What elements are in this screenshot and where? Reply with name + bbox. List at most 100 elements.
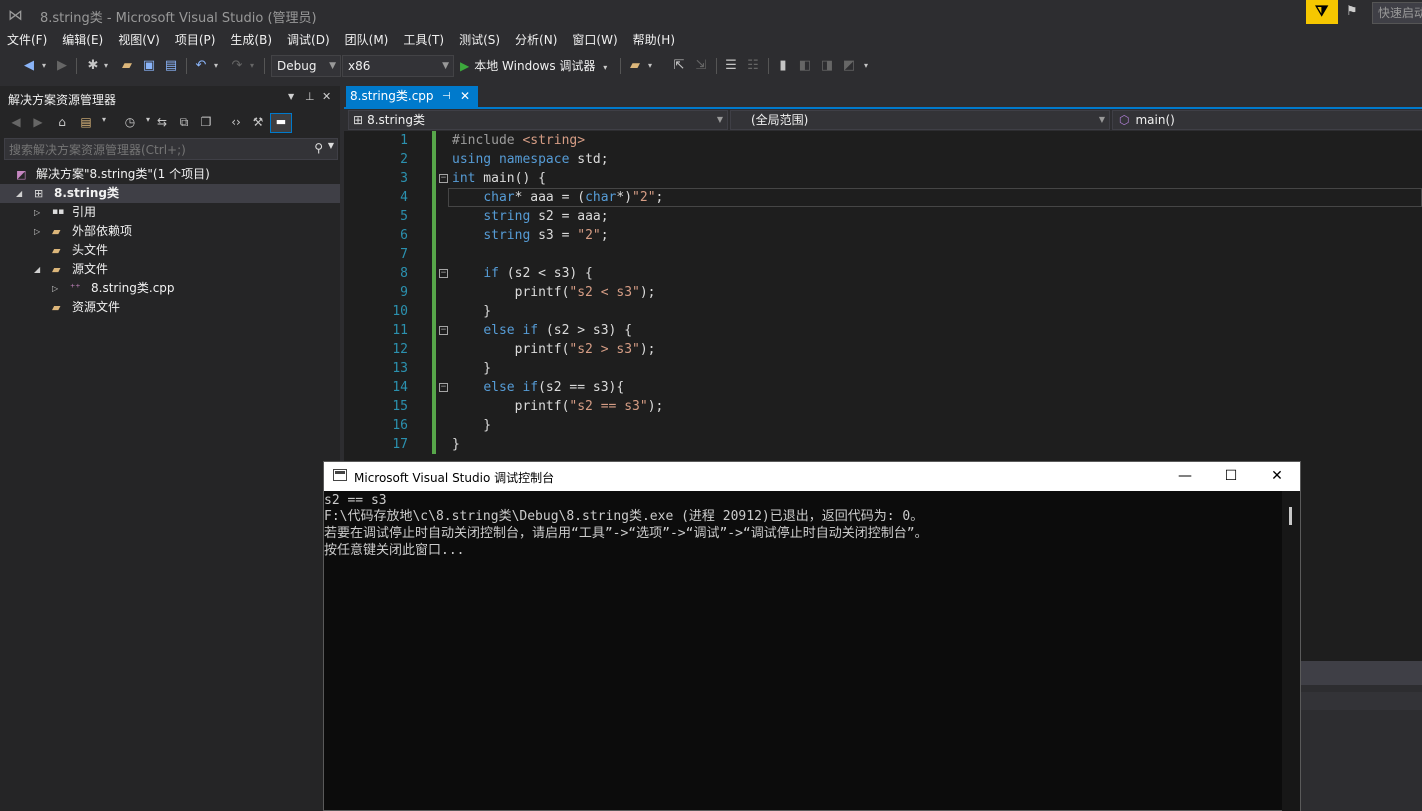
menu-tools[interactable]: 工具(T) xyxy=(396,30,452,50)
close-button[interactable]: ✕ xyxy=(1254,462,1300,491)
solution-search-box[interactable]: ⚲ ▼ xyxy=(4,138,338,161)
step-icon[interactable]: ⇱ xyxy=(670,56,688,76)
properties-icon[interactable]: ⚒ xyxy=(250,115,266,129)
tree-item-cpp-file[interactable]: ▷ ⁺⁺ 8.string类.cpp xyxy=(0,279,340,298)
fold-toggle-icon[interactable]: − xyxy=(439,326,448,335)
new-project-dropdown-icon[interactable]: ▾ xyxy=(102,56,110,76)
step-over-icon[interactable]: ⇲ xyxy=(692,56,710,76)
undo-dropdown-icon[interactable]: ▾ xyxy=(212,56,220,76)
close-icon[interactable]: ✕ xyxy=(322,90,331,103)
console-scrollbar-thumb[interactable] xyxy=(1289,507,1292,525)
redo-dropdown-icon[interactable]: ▾ xyxy=(248,56,256,76)
search-options-dropdown-icon[interactable]: ▼ xyxy=(328,141,334,150)
new-project-icon[interactable]: ✱ xyxy=(84,56,102,76)
solution-platform-select[interactable]: x86 ▼ xyxy=(342,55,454,77)
menu-analyze[interactable]: 分析(N) xyxy=(508,30,565,50)
collapse-all-icon[interactable]: ⧉ xyxy=(176,115,192,130)
pin-icon[interactable]: ⊥ xyxy=(305,90,315,103)
console-title-bar[interactable]: Microsoft Visual Studio 调试控制台 — ☐ ✕ xyxy=(324,462,1300,491)
collapsed-arrow-icon[interactable]: ▷ xyxy=(52,279,58,298)
collapsed-arrow-icon[interactable]: ▷ xyxy=(34,222,40,241)
search-icon[interactable]: ⚲ xyxy=(314,141,323,155)
switch-views-icon[interactable]: ▤ xyxy=(78,115,94,129)
menu-window[interactable]: 窗口(W) xyxy=(565,30,625,50)
fold-toggle-icon[interactable]: − xyxy=(439,383,448,392)
tree-item-references[interactable]: ▷ ▪▪ 引用 xyxy=(0,203,340,222)
switch-views-dropdown-icon[interactable]: ▾ xyxy=(96,115,112,124)
panel-menu-icon[interactable]: ▼ xyxy=(288,92,294,101)
fold-toggle-icon[interactable]: − xyxy=(439,174,448,183)
code-line: else if (s2 > s3) { xyxy=(483,323,633,338)
menu-test[interactable]: 测试(S) xyxy=(452,30,508,50)
preview-selected-items-button[interactable]: ▬ xyxy=(270,113,292,133)
feedback-button[interactable]: ⧩ xyxy=(1306,0,1338,24)
code-line: if (s2 < s3) { xyxy=(483,266,593,281)
minimize-button[interactable]: — xyxy=(1162,462,1208,491)
menu-view[interactable]: 视图(V) xyxy=(111,30,168,50)
quick-launch-input[interactable]: 快速启动 xyxy=(1372,2,1422,24)
view-code-icon[interactable]: ‹› xyxy=(228,115,244,129)
tab-8-string-cpp[interactable]: 8.string类.cpp ⊣ ✕ xyxy=(346,86,478,107)
scope-select[interactable]: (全局范围) ▼ xyxy=(730,110,1110,130)
menu-project[interactable]: 项目(P) xyxy=(168,30,224,50)
expanded-arrow-icon[interactable]: ◢ xyxy=(16,184,22,203)
tree-item-solution[interactable]: ◩ 解决方案"8.string类"(1 个项目) xyxy=(0,165,340,184)
menu-file[interactable]: 文件(F) xyxy=(0,30,55,50)
account-icon[interactable]: ⚑ xyxy=(1346,4,1362,20)
back-icon[interactable]: ◀ xyxy=(8,115,24,129)
navigate-back-icon[interactable]: ◀ xyxy=(20,56,38,76)
home-icon[interactable]: ⌂ xyxy=(54,115,70,129)
menu-build[interactable]: 生成(B) xyxy=(223,30,280,50)
toolbar-overflow-icon[interactable]: ▾ xyxy=(862,56,870,76)
menu-help[interactable]: 帮助(H) xyxy=(626,30,683,50)
collapsed-arrow-icon[interactable]: ▷ xyxy=(34,203,40,222)
start-debugging-label: 本地 Windows 调试器 xyxy=(474,59,596,73)
maximize-button[interactable]: ☐ xyxy=(1208,462,1254,491)
sync-icon[interactable]: ⇆ xyxy=(154,115,170,129)
close-tab-icon[interactable]: ✕ xyxy=(460,86,470,107)
pin-tab-icon[interactable]: ⊣ xyxy=(442,86,451,107)
tree-item-header-files[interactable]: ▰ 头文件 xyxy=(0,241,340,260)
tree-item-external-deps[interactable]: ▷ ▰ 外部依赖项 xyxy=(0,222,340,241)
show-all-files-icon[interactable]: ❐ xyxy=(198,115,214,129)
expanded-arrow-icon[interactable]: ◢ xyxy=(34,260,40,279)
menu-team[interactable]: 团队(M) xyxy=(338,30,397,50)
fold-toggle-icon[interactable]: − xyxy=(439,269,448,278)
console-scrollbar[interactable] xyxy=(1282,491,1300,811)
back-dropdown-icon[interactable]: ▾ xyxy=(40,56,48,76)
scope-select-value: (全局范围) xyxy=(751,113,809,127)
code-line: } xyxy=(452,437,460,452)
menu-edit[interactable]: 编辑(E) xyxy=(55,30,111,50)
open-file-icon[interactable]: ▰ xyxy=(118,56,136,76)
solution-search-input[interactable] xyxy=(5,139,311,161)
save-all-icon[interactable]: ▤ xyxy=(162,56,180,76)
bookmark-icon[interactable]: ▮ xyxy=(774,56,792,76)
start-debugging-button[interactable]: ▶ 本地 Windows 调试器 ▾ xyxy=(460,56,607,76)
tree-item-project[interactable]: ◢ ⊞ 8.string类 xyxy=(0,184,340,203)
debug-console-window[interactable]: Microsoft Visual Studio 调试控制台 — ☐ ✕ s2 =… xyxy=(323,461,1301,811)
solution-config-value: Debug xyxy=(277,59,317,73)
undo-icon[interactable]: ↶ xyxy=(192,56,210,76)
member-select[interactable]: ⬡ main() xyxy=(1112,110,1422,130)
previous-bookmark-icon[interactable]: ◧ xyxy=(796,56,814,76)
forward-icon[interactable]: ▶ xyxy=(30,115,46,129)
code-line: #include <string> xyxy=(452,133,586,148)
comment-icon[interactable]: ☰ xyxy=(722,56,740,76)
console-output[interactable]: s2 == s3 F:\代码存放地\c\8.string类\Debug\8.st… xyxy=(324,491,1282,811)
project-select[interactable]: ⊞ 8.string类 ▼ xyxy=(348,110,728,130)
tree-item-resource-files[interactable]: ▰ 资源文件 xyxy=(0,298,340,317)
uncomment-icon[interactable]: ☷ xyxy=(744,56,762,76)
navigate-forward-icon[interactable]: ▶ xyxy=(54,56,70,76)
redo-icon[interactable]: ↷ xyxy=(228,56,246,76)
next-bookmark-icon[interactable]: ◨ xyxy=(818,56,836,76)
browse-dropdown-icon[interactable]: ▾ xyxy=(646,56,654,76)
clear-bookmarks-icon[interactable]: ◩ xyxy=(840,56,858,76)
browse-icon[interactable]: ▰ xyxy=(626,56,644,76)
solution-config-select[interactable]: Debug ▼ xyxy=(271,55,341,77)
line-number: 3 xyxy=(400,171,408,186)
menu-debug[interactable]: 调试(D) xyxy=(280,30,338,50)
save-icon[interactable]: ▣ xyxy=(140,56,158,76)
tree-item-source-files[interactable]: ◢ ▰ 源文件 xyxy=(0,260,340,279)
pending-changes-icon[interactable]: ◷ xyxy=(122,115,138,129)
toolbar-separator xyxy=(716,58,717,74)
